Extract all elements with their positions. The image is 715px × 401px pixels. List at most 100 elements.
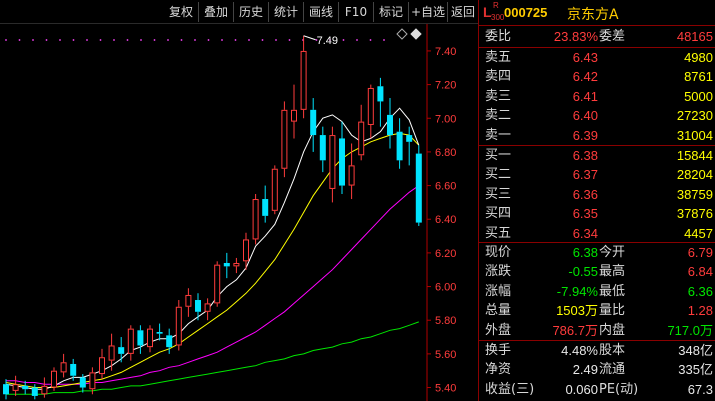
price-tick-label: 6.60 [435, 181, 456, 193]
weibi-row: 委比 23.83% 委差 48165 [479, 27, 715, 46]
candle [99, 348, 105, 380]
candle [233, 257, 240, 274]
stat-label: 涨幅 [485, 283, 512, 299]
candle-body [223, 262, 230, 267]
stat-value: -0.55 [568, 264, 598, 280]
sell-level-row: 卖四 6.42 8761 [479, 67, 715, 86]
stat-value: 6.84 [687, 264, 713, 280]
ma20-line [6, 185, 420, 385]
add-watchlist-button[interactable]: +自选 [410, 3, 446, 21]
price-tick-label: 5.80 [435, 315, 456, 327]
dot-marker [18, 39, 21, 41]
buy-level-label: 买五 [485, 225, 512, 241]
buy-level-row: 买四 6.35 37876 [479, 204, 715, 223]
candle-body [406, 135, 413, 142]
dot-marker [248, 39, 250, 41]
sell-level-label: 卖四 [485, 69, 512, 85]
history-button[interactable]: 历史 [236, 3, 266, 21]
candlestick-chart[interactable]: 7.40 7.20 7.00 6.80 6.60 6.40 6.20 6.00 5.80 5.60… [0, 24, 478, 401]
sell-level-row: 卖二 6.40 27230 [479, 106, 715, 125]
candle [204, 298, 211, 321]
price-axis: 7.40 7.20 7.00 6.80 6.60 6.40 6.20 6.00 5.80 5.60… [427, 46, 456, 395]
fundamental-label: PE(动) [599, 381, 639, 397]
divider [373, 2, 374, 22]
dot-marker [383, 39, 385, 41]
sell-level-label: 卖三 [485, 88, 512, 104]
quote-stat-row: 涨幅 -7.94% 最低 6.36 [479, 282, 715, 301]
price-tick-label: 6.00 [435, 282, 456, 294]
chart-controls[interactable] [396, 28, 422, 40]
overlay-button[interactable]: 叠加 [201, 3, 231, 21]
divider [408, 2, 409, 22]
sell-volume: 4980 [684, 50, 713, 65]
dot-marker [5, 39, 7, 41]
dot-marker [369, 39, 372, 41]
statistics-button[interactable]: 统计 [271, 3, 301, 21]
candle [223, 252, 230, 279]
ma5-line [5, 107, 420, 390]
sell-volume: 27230 [676, 108, 713, 124]
back-button[interactable]: 返回 [449, 3, 477, 21]
candle-body [367, 87, 374, 125]
candle [329, 126, 336, 203]
buy-level-label: 买二 [485, 167, 512, 183]
diamond-icon[interactable] [396, 28, 408, 40]
buy-level-row: 买三 6.36 38759 [479, 185, 715, 204]
candle-body [118, 347, 125, 354]
price-tick-label: 6.80 [435, 147, 456, 159]
dot-marker [167, 39, 169, 41]
candle-body [339, 138, 345, 186]
fundamental-label: 净资 [485, 362, 512, 378]
dot-marker [86, 39, 88, 41]
board-marker: 300 [491, 13, 505, 22]
draw-line-button[interactable]: 画线 [306, 3, 336, 21]
buy-level-label: 买三 [485, 186, 512, 202]
restore-rights-button[interactable]: 复权 [166, 3, 196, 21]
stat-label: 涨跌 [485, 264, 512, 280]
high-price-annotation: 7.49 [303, 35, 338, 47]
dot-marker [207, 39, 210, 41]
candle-body [31, 387, 38, 396]
fundamental-value: 348亿 [678, 343, 713, 358]
buy-level-row: 买一 6.38 15844 [479, 146, 715, 165]
candle-body [252, 199, 259, 240]
candle [156, 323, 163, 341]
candle [51, 367, 57, 391]
sell-level-row: 卖五 6.43 4980 [479, 48, 715, 67]
stock-header[interactable]: L R 300 000725 京东方A [479, 0, 715, 26]
high-pointer [303, 35, 316, 41]
candle-body [291, 109, 297, 122]
f10-button[interactable]: F10 [341, 3, 371, 21]
candle [291, 84, 297, 139]
toolbar: 复权 叠加 历史 统计 画线 F10 标记 +自选 返回 [0, 0, 478, 24]
quote-stat-row: 涨跌 -0.55 最高 6.84 [479, 262, 715, 281]
candle-body [233, 262, 240, 267]
stat-value: 1503万 [556, 303, 598, 319]
ma60-line [6, 321, 419, 395]
candle-body [22, 385, 29, 390]
sell-level-label: 卖五 [485, 50, 512, 65]
dot-marker [288, 39, 291, 41]
sell-volume: 31004 [676, 127, 713, 143]
diamond-filled-icon[interactable] [410, 28, 422, 40]
candle [348, 143, 355, 200]
mark-button[interactable]: 标记 [376, 3, 406, 21]
candles [3, 35, 422, 400]
weicha-value: 48165 [676, 29, 713, 44]
stat-label: 最低 [599, 283, 626, 299]
candle-body [281, 109, 288, 169]
candle-body [387, 114, 393, 136]
stat-value: 717.0万 [667, 322, 713, 338]
candle [147, 325, 153, 353]
candle [127, 325, 134, 361]
candle-body [127, 328, 134, 354]
sell-volume: 5000 [684, 88, 713, 104]
candle-body [185, 294, 192, 307]
weicha-label: 委差 [599, 29, 626, 44]
candle-body [358, 121, 365, 156]
candle [406, 126, 413, 166]
dot-marker [140, 39, 142, 41]
buy-volume: 28204 [676, 167, 713, 183]
candle [415, 145, 422, 226]
candle [31, 384, 38, 400]
